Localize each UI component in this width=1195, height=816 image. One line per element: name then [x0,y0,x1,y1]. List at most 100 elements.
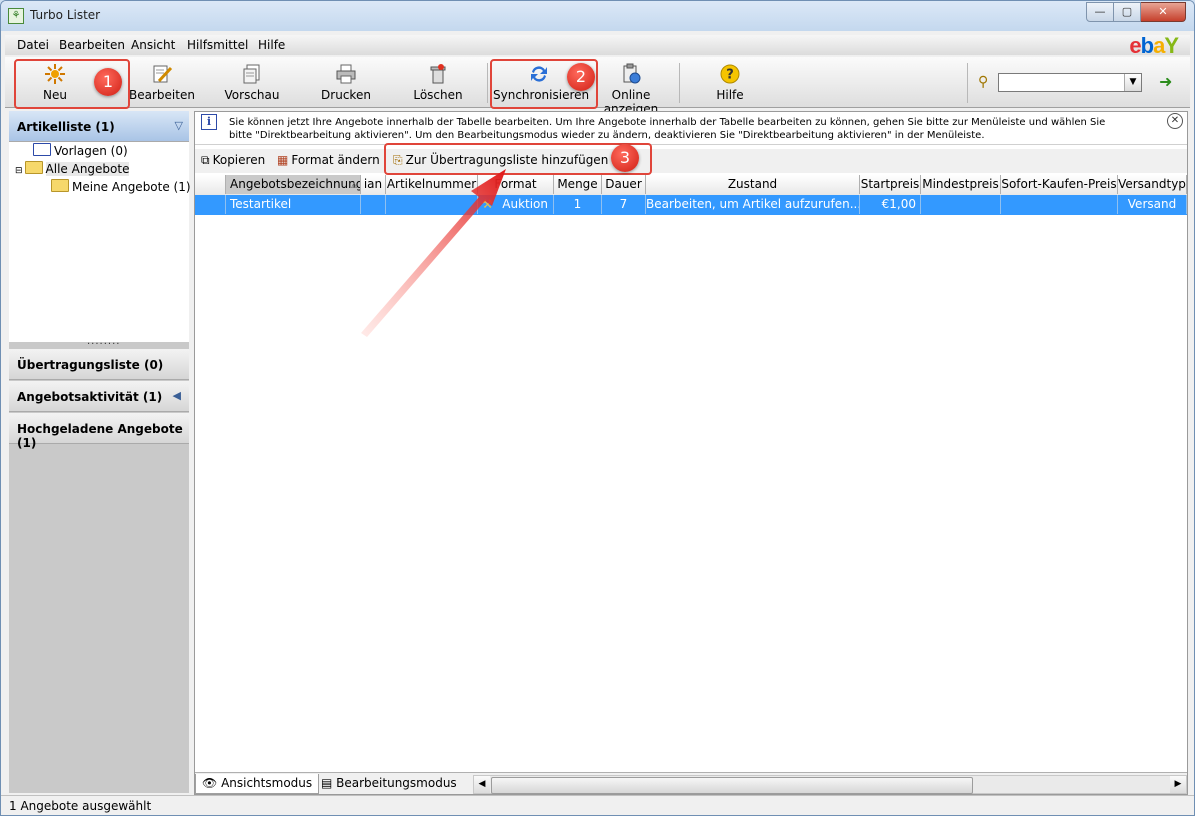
delete-button[interactable]: Löschen [411,59,465,105]
grid-header: Angebotsbezeichnung ▵ ian Artikelnummer F… [195,175,1187,196]
header-ian[interactable]: ian [361,175,386,194]
tree-item-templates[interactable]: Vorlagen (0) [33,143,128,158]
cell-duration[interactable]: 7 [602,195,646,214]
preview-document-icon [243,64,260,84]
transfer-list-header[interactable]: Übertragungsliste (0) [9,349,189,380]
header-shipping-type[interactable]: Versandtyp [1118,175,1187,194]
print-button[interactable]: Drucken [317,59,375,105]
expand-left-icon[interactable]: ◀ [173,389,181,402]
toolbar-separator [679,63,680,103]
cell-shipping-type[interactable]: Versand [1118,195,1187,214]
go-arrow-icon[interactable]: ➜ [1159,72,1172,91]
info-icon: i [201,114,217,130]
tree-expand-icon[interactable]: ⊟ [15,166,23,176]
activity-header[interactable]: Angebotsaktivität (1) ◀ [9,381,189,412]
main-window: ⚘ Turbo Lister — ▢ ✕ Datei Bearbeiten An… [0,0,1195,816]
search-input[interactable]: ▼ [998,73,1142,92]
preview-button[interactable]: Vorschau [221,59,283,105]
templates-folder-icon [33,143,51,156]
view-online-clipboard-icon [623,63,641,84]
ebay-logo: ebaY [1129,33,1179,58]
minimize-button[interactable]: — [1086,2,1114,22]
cell-start-price[interactable]: €1,00 [860,195,921,214]
menu-hilfsmittel[interactable]: Hilfsmittel [187,38,248,52]
menu-bar: Datei Bearbeiten Ansicht Hilfsmittel Hil… [5,33,1190,58]
cell-quantity[interactable]: 1 [554,195,602,214]
sidebar-splitter[interactable]: ........ [87,336,120,347]
edit-pencil-icon [153,65,173,83]
header-duration[interactable]: Dauer [602,175,646,194]
tab-view-mode[interactable]: 👁︎ Ansichtsmodus [195,774,320,794]
scroll-right-icon[interactable]: ▶ [1170,776,1186,793]
eye-icon: 👁︎ [202,776,222,790]
maximize-button[interactable]: ▢ [1114,2,1141,22]
sort-asc-icon: ▵ [350,177,357,191]
header-title[interactable]: Angebotsbezeichnung ▵ [226,175,361,194]
preview-label: Vorschau [224,88,280,102]
tree-item-my-offers[interactable]: Meine Angebote (1) [51,179,191,194]
cell-article-number[interactable] [386,195,478,214]
auction-gavel-icon: ⚒ [482,197,493,211]
change-format-button[interactable]: ▦ Format ändern [277,153,380,167]
cell-condition[interactable]: Bearbeiten, um Artikel aufzurufen... [646,195,860,214]
my-offers-folder-icon [51,179,69,192]
header-quantity[interactable]: Menge [554,175,602,194]
header-format[interactable]: Format [478,175,554,194]
header-buy-now-price[interactable]: Sofort-Kaufen-Preis [1001,175,1118,194]
info-bar: i Sie können jetzt Ihre Angebote innerha… [195,112,1187,145]
table-row[interactable]: Testartikel ⚒ Auktion 1 7 Bearbeiten, um … [195,195,1187,215]
horizontal-scrollbar[interactable]: ◀ ▶ [473,775,1187,794]
menu-bearbeiten[interactable]: Bearbeiten [59,38,125,52]
article-tree: Vorlagen (0) ⊟ Alle Angebote Meine Angebo… [9,142,191,342]
delete-trash-icon [430,64,446,84]
header-min-price[interactable]: Mindestpreis [921,175,1001,194]
scroll-thumb[interactable] [491,777,973,794]
header-article-number[interactable]: Artikelnummer [386,175,478,194]
cell-selector [195,195,226,214]
turbo-lister-app-icon: ⚘ [8,8,24,24]
cell-ian[interactable] [361,195,386,214]
info-text: Sie können jetzt Ihre Angebote innerhalb… [229,117,1106,141]
delete-label: Löschen [413,88,463,102]
close-button[interactable]: ✕ [1141,2,1186,22]
view-online-button[interactable]: Online anzeigen [587,59,675,116]
menu-hilfe[interactable]: Hilfe [258,38,285,52]
svg-text:?: ? [726,68,734,83]
mode-tabs: 👁︎ Ansichtsmodus ▤ Bearbeitungsmodus ◀ ▶ [195,772,1187,794]
search-dropdown-button[interactable]: ▼ [1124,74,1141,91]
header-selector[interactable] [195,175,226,194]
copy-button[interactable]: ⧉ Kopieren [201,153,265,168]
scroll-left-icon[interactable]: ◀ [474,776,490,793]
help-label: Hilfe [716,88,744,102]
window-title: Turbo Lister [30,8,101,22]
info-close-icon[interactable]: ✕ [1167,113,1183,129]
uploaded-header[interactable]: Hochgeladene Angebote (1) [9,413,189,450]
copy-icon: ⧉ [201,153,210,167]
step-badge-2: 2 [567,63,595,91]
header-start-price[interactable]: Startpreis [860,175,921,194]
menu-ansicht[interactable]: Ansicht [131,38,175,52]
edit-grid-icon: ▤ [321,776,337,790]
tree-item-all-offers[interactable]: ⊟ Alle Angebote [15,161,130,176]
search-icon: ⚲ [978,74,989,90]
cell-format[interactable]: ⚒ Auktion [478,195,554,214]
edit-button[interactable]: Bearbeiten [129,59,195,105]
help-button[interactable]: ? Hilfe [707,59,753,105]
menu-datei[interactable]: Datei [17,38,49,52]
step-badge-1: 1 [94,68,122,96]
tab-edit-mode[interactable]: ▤ Bearbeitungsmodus [315,774,463,793]
help-question-icon: ? [720,64,740,84]
cell-buy-now-price[interactable] [1001,195,1118,214]
all-offers-folder-icon [24,161,43,174]
header-condition[interactable]: Zustand [646,175,860,194]
step-badge-3: 3 [611,144,639,172]
status-bar: 1 Angebote ausgewählt [1,795,1194,815]
status-text: 1 Angebote ausgewählt [9,799,152,813]
cell-title[interactable]: Testartikel [226,195,361,214]
toolbar-separator [967,63,968,103]
collapse-chevron-icon[interactable]: ▽ [175,119,183,132]
toolbar-separator [487,63,488,103]
cell-min-price[interactable] [921,195,1001,214]
article-list-header[interactable]: Artikelliste (1) ▽ [9,111,189,142]
edit-label: Bearbeiten [129,88,195,102]
